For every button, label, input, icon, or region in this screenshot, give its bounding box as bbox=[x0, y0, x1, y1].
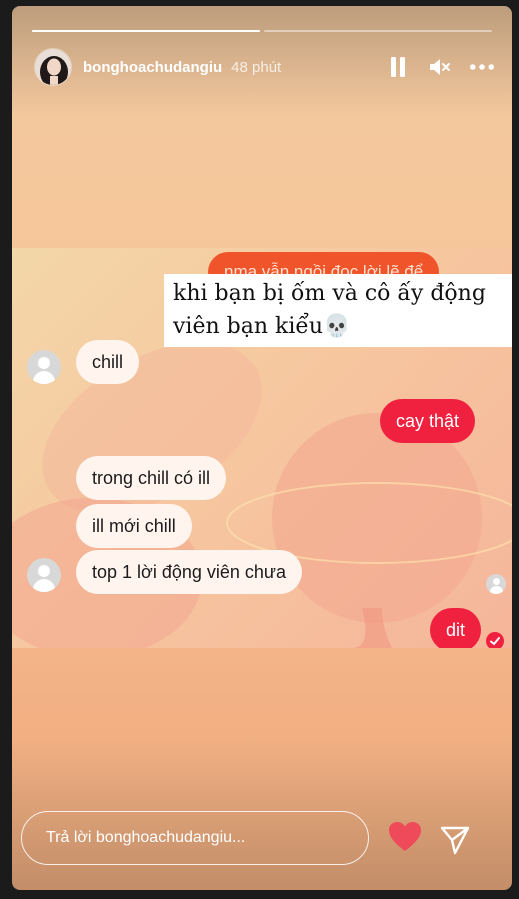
message-bubble: ill mới chill bbox=[76, 504, 192, 548]
story-progress bbox=[32, 30, 492, 32]
contact-avatar-2 bbox=[27, 558, 61, 592]
progress-fill-1 bbox=[32, 30, 260, 32]
reply-input[interactable]: Trả lời bonghoachudangiu... bbox=[21, 811, 369, 865]
story-caption: khi bạn bị ốm và cô ấy động viên bạn kiể… bbox=[164, 274, 512, 347]
chat-screenshot: nma vẫn ngồi đọc lời lẽ để khi bạn bị ốm… bbox=[12, 248, 512, 648]
message-bubble: chill bbox=[76, 340, 140, 384]
progress-segment-1 bbox=[32, 30, 260, 32]
caption-line-1: khi bạn bị ốm và cô ấy động bbox=[173, 281, 486, 306]
contact-avatar-1 bbox=[27, 350, 61, 384]
message-bubble: trong chill có ill bbox=[76, 456, 227, 500]
message-bubble: cay thật bbox=[380, 399, 476, 443]
timestamp: 48 phút bbox=[231, 58, 282, 76]
progress-segment-2 bbox=[264, 30, 492, 32]
message-bubble: dit bbox=[430, 608, 482, 648]
avatar[interactable] bbox=[34, 48, 72, 86]
heart-icon[interactable] bbox=[388, 821, 422, 853]
seen-avatar bbox=[486, 574, 506, 594]
caption-line-2: viên bạn kiểu💀 bbox=[173, 314, 351, 339]
send-icon[interactable] bbox=[439, 824, 471, 856]
read-receipt-icon bbox=[486, 632, 504, 648]
pause-icon[interactable] bbox=[386, 55, 410, 79]
more-icon[interactable] bbox=[470, 55, 494, 79]
story-controls bbox=[386, 55, 494, 79]
story-viewer: bonghoachudangiu 48 phút nma vẫn ngồi đọ… bbox=[12, 6, 512, 890]
username[interactable]: bonghoachudangiu bbox=[83, 59, 222, 76]
mute-icon[interactable] bbox=[428, 55, 452, 79]
reply-placeholder: Trả lời bonghoachudangiu... bbox=[46, 829, 246, 846]
story-header: bonghoachudangiu 48 phút bbox=[34, 46, 494, 88]
message-bubble: top 1 lời động viên chưa bbox=[76, 550, 302, 594]
